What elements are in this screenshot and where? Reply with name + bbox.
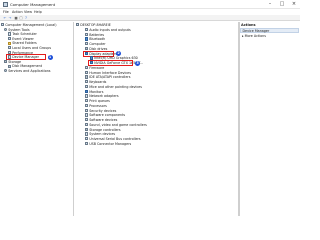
computer-management-icon [3,2,8,7]
device-category[interactable]: USB Connector Managers [85,142,131,147]
usb-icon [85,137,89,141]
monitor-icon [85,89,89,93]
maximize-button[interactable]: □ [276,0,288,9]
storage-icon [4,60,8,64]
actions-header: Actions [241,23,256,27]
event-log-icon [8,37,12,41]
disk-icon [8,64,12,68]
system-device-icon [85,132,89,136]
properties-icon[interactable]: □ [19,16,23,20]
usb-connector-icon [85,141,89,146]
printer-icon [85,99,89,103]
window-title: Computer Management [10,2,56,8]
computer-icon [76,23,80,27]
security-icon [85,108,89,112]
console-tree: Computer Management (Local) System Tools… [0,22,74,216]
processor-icon [85,103,89,108]
computer-icon [85,42,89,46]
folder-icon [8,41,12,45]
display-adapter-icon [90,56,94,60]
network-icon [85,94,89,98]
bluetooth-icon [85,37,89,41]
mouse-icon [85,84,89,89]
disk-icon [85,46,89,51]
firmware-icon [85,65,89,70]
menu-action[interactable]: Action [12,10,23,14]
computer-icon [1,23,5,27]
close-button[interactable]: × [288,0,300,9]
menu-view[interactable]: View [24,10,32,14]
title-bar: Computer Management – □ × [0,0,300,9]
more-actions-link[interactable]: More Actions [242,34,266,38]
tree-item-services-applications[interactable]: Services and Applications [4,69,51,74]
help-icon[interactable]: ? [24,16,28,20]
step-badge-3: 3 [135,60,140,66]
clock-icon [8,32,12,36]
forward-arrow-icon[interactable]: → [8,16,12,20]
users-icon [8,46,12,50]
audio-icon [85,27,89,32]
menu-file[interactable]: File [3,10,9,14]
controller-icon [85,75,89,79]
minimize-button[interactable]: – [264,0,276,9]
software-device-icon [85,118,89,122]
software-component-icon [85,113,89,117]
back-arrow-icon[interactable]: ← [3,16,7,20]
tools-icon [4,27,8,31]
services-icon [4,69,8,73]
device-list: DESKTOP-8HAREIE Audio inputs and outputs… [74,22,239,216]
actions-device-manager[interactable]: Device Manager [240,28,299,33]
menu-help[interactable]: Help [34,10,42,14]
storage-controller-icon [85,127,89,131]
speaker-icon [85,122,89,127]
battery-icon [85,32,89,36]
toolbar: ← → ■ □ ? [0,15,300,21]
actions-pane: Actions Device Manager More Actions [239,22,300,216]
keyboard-icon [85,80,89,84]
step-badge-1: 1 [47,55,53,60]
hid-icon [85,70,89,74]
up-icon[interactable]: ■ [14,16,18,20]
